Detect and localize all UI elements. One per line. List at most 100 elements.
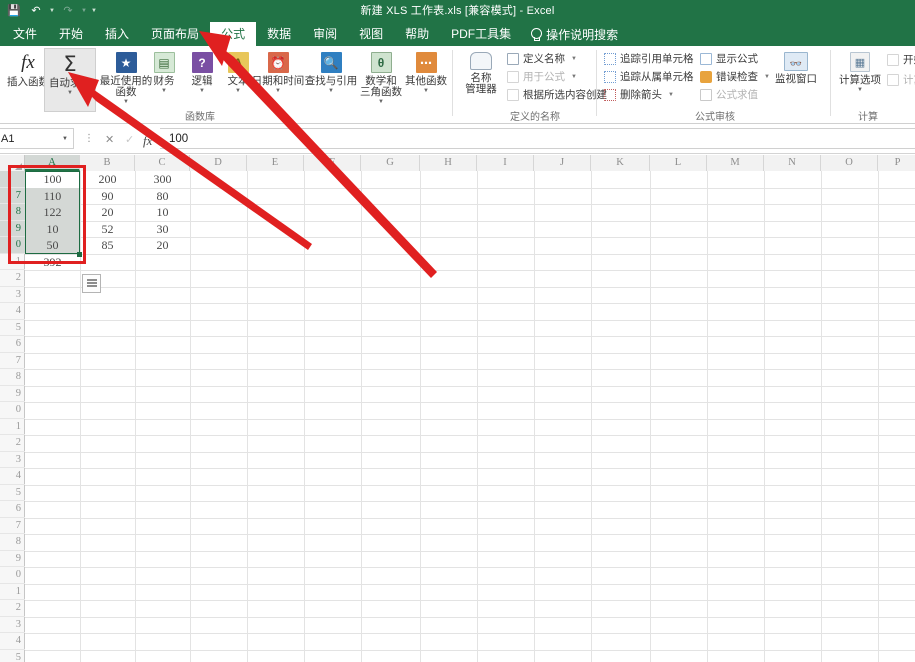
name-box[interactable]: A1 ▼ (0, 128, 74, 149)
more-functions-dropdown-icon[interactable]: ▼ (423, 88, 429, 94)
row-header[interactable]: 0 (0, 402, 25, 419)
error-checking-button[interactable]: 错误检查 ▼ (700, 69, 770, 84)
row-header[interactable]: 1 (0, 584, 25, 601)
calc-options-dropdown-icon[interactable]: ▼ (857, 87, 863, 93)
cell-C5[interactable]: 20 (135, 237, 190, 254)
enter-icon[interactable]: ✓ (125, 133, 134, 146)
trace-precedents-button[interactable]: 追踪引用单元格 (604, 51, 694, 66)
tab-item-2[interactable]: 插入 (94, 22, 140, 46)
cell-C1[interactable]: 300 (135, 171, 190, 188)
define-name-dropdown-icon[interactable]: ▼ (571, 56, 577, 62)
cell-B4[interactable]: 52 (80, 221, 135, 238)
column-header-I[interactable]: I (477, 155, 534, 171)
cell-area[interactable]: 10020030011090801222010105230508520392 (25, 171, 915, 662)
tab-item-9[interactable]: PDF工具集 (440, 22, 522, 46)
calculation-options-button[interactable]: ▦ 计算选项 ▼ (835, 48, 885, 112)
row-header[interactable]: 1 (0, 419, 25, 436)
autofill-options-icon[interactable] (82, 274, 101, 293)
row-header[interactable]: 5 (0, 650, 25, 662)
tab-item-7[interactable]: 视图 (348, 22, 394, 46)
formula-input[interactable]: 100 (160, 128, 915, 149)
use-in-formula-button[interactable]: 用于公式 ▼ (507, 69, 577, 84)
date-time-button[interactable]: ⏰ 日期和时间 ▼ (248, 48, 308, 112)
row-header[interactable]: 2 (0, 435, 25, 452)
row-header[interactable]: 2 (0, 600, 25, 617)
calculate-now-button[interactable]: 开始计算 (887, 52, 915, 67)
lookup-dropdown-icon[interactable]: ▼ (328, 88, 334, 94)
tell-me-search[interactable]: 操作说明搜索 (522, 22, 626, 46)
fx-icon[interactable]: fx (143, 133, 152, 149)
show-formulas-button[interactable]: 显示公式 (700, 51, 758, 66)
evaluate-formula-button[interactable]: 公式求值 (700, 87, 758, 102)
spreadsheet-grid[interactable]: ABCDEFGHIJKLMNOP 78901234567890123456789… (0, 155, 915, 662)
tab-item-6[interactable]: 审阅 (302, 22, 348, 46)
name-box-dropdown-icon[interactable]: ▼ (62, 136, 68, 142)
logical-dropdown-icon[interactable]: ▼ (199, 88, 205, 94)
row-header[interactable]: 8 (0, 534, 25, 551)
define-name-button[interactable]: 定义名称 ▼ (507, 51, 577, 66)
create-from-selection-button[interactable]: 根据所选内容创建 (507, 87, 607, 102)
trace-dependents-button[interactable]: 追踪从属单元格 (604, 69, 694, 84)
row-header[interactable]: 6 (0, 501, 25, 518)
row-header[interactable]: 3 (0, 452, 25, 469)
column-header-C[interactable]: C (135, 155, 190, 171)
use-in-formula-dropdown-icon[interactable]: ▼ (571, 74, 577, 80)
column-header-N[interactable]: N (764, 155, 821, 171)
column-header-F[interactable]: F (304, 155, 361, 171)
cell-B3[interactable]: 20 (80, 204, 135, 221)
row-header[interactable]: 4 (0, 303, 25, 320)
autosum-dropdown-icon[interactable]: ▼ (67, 90, 73, 96)
calculate-sheet-button[interactable]: 计算工作表 (887, 72, 915, 87)
column-header-E[interactable]: E (247, 155, 304, 171)
remove-arrows-button[interactable]: 删除箭头 ▼ (604, 87, 674, 102)
date-time-dropdown-icon[interactable]: ▼ (275, 88, 281, 94)
row-header[interactable]: 8 (0, 369, 25, 386)
row-header[interactable]: 3 (0, 287, 25, 304)
column-header-B[interactable]: B (80, 155, 135, 171)
column-header-P[interactable]: P (878, 155, 915, 171)
column-header-G[interactable]: G (361, 155, 420, 171)
cell-B5[interactable]: 85 (80, 237, 135, 254)
row-header[interactable]: 4 (0, 633, 25, 650)
row-header[interactable]: 6 (0, 336, 25, 353)
name-manager-button[interactable]: 名称管理器 (457, 48, 505, 112)
recently-used-dropdown-icon[interactable]: ▼ (123, 99, 129, 105)
tab-item-1[interactable]: 开始 (48, 22, 94, 46)
row-header[interactable]: 7 (0, 518, 25, 535)
column-header-M[interactable]: M (707, 155, 764, 171)
tab-item-8[interactable]: 帮助 (394, 22, 440, 46)
row-header[interactable]: 7 (0, 353, 25, 370)
math-trig-dropdown-icon[interactable]: ▼ (378, 99, 384, 105)
column-header-J[interactable]: J (534, 155, 591, 171)
cancel-icon[interactable]: ✕ (105, 133, 114, 146)
cell-C3[interactable]: 10 (135, 204, 190, 221)
autosum-button[interactable]: Σ 自动求和 ▼ (44, 48, 96, 112)
remove-arrows-dropdown-icon[interactable]: ▼ (668, 92, 674, 98)
tab-item-3[interactable]: 页面布局 (140, 22, 210, 46)
column-header-L[interactable]: L (650, 155, 707, 171)
column-header-K[interactable]: K (591, 155, 650, 171)
cell-C4[interactable]: 30 (135, 221, 190, 238)
tab-formulas-active[interactable]: 公式 (210, 22, 256, 46)
column-header-O[interactable]: O (821, 155, 878, 171)
row-header[interactable]: 5 (0, 485, 25, 502)
watch-window-button[interactable]: 👓 监视窗口 (770, 48, 822, 112)
tab-item-0[interactable]: 文件 (2, 22, 48, 46)
cell-B1[interactable]: 200 (80, 171, 135, 188)
more-functions-button[interactable]: ⋯ 其他函数 ▼ (399, 48, 453, 112)
row-header[interactable]: 2 (0, 270, 25, 287)
text-dropdown-icon[interactable]: ▼ (235, 88, 241, 94)
row-header[interactable]: 4 (0, 468, 25, 485)
column-header-D[interactable]: D (190, 155, 247, 171)
column-header-H[interactable]: H (420, 155, 477, 171)
row-header[interactable]: 3 (0, 617, 25, 634)
row-header[interactable]: 9 (0, 551, 25, 568)
row-header[interactable]: 0 (0, 567, 25, 584)
formula-bar-expand-icon[interactable]: ⋮ (84, 133, 94, 144)
tab-item-5[interactable]: 数据 (256, 22, 302, 46)
row-header[interactable]: 5 (0, 320, 25, 337)
cell-B2[interactable]: 90 (80, 188, 135, 205)
cell-C2[interactable]: 80 (135, 188, 190, 205)
row-header[interactable]: 9 (0, 386, 25, 403)
financial-dropdown-icon[interactable]: ▼ (161, 88, 167, 94)
